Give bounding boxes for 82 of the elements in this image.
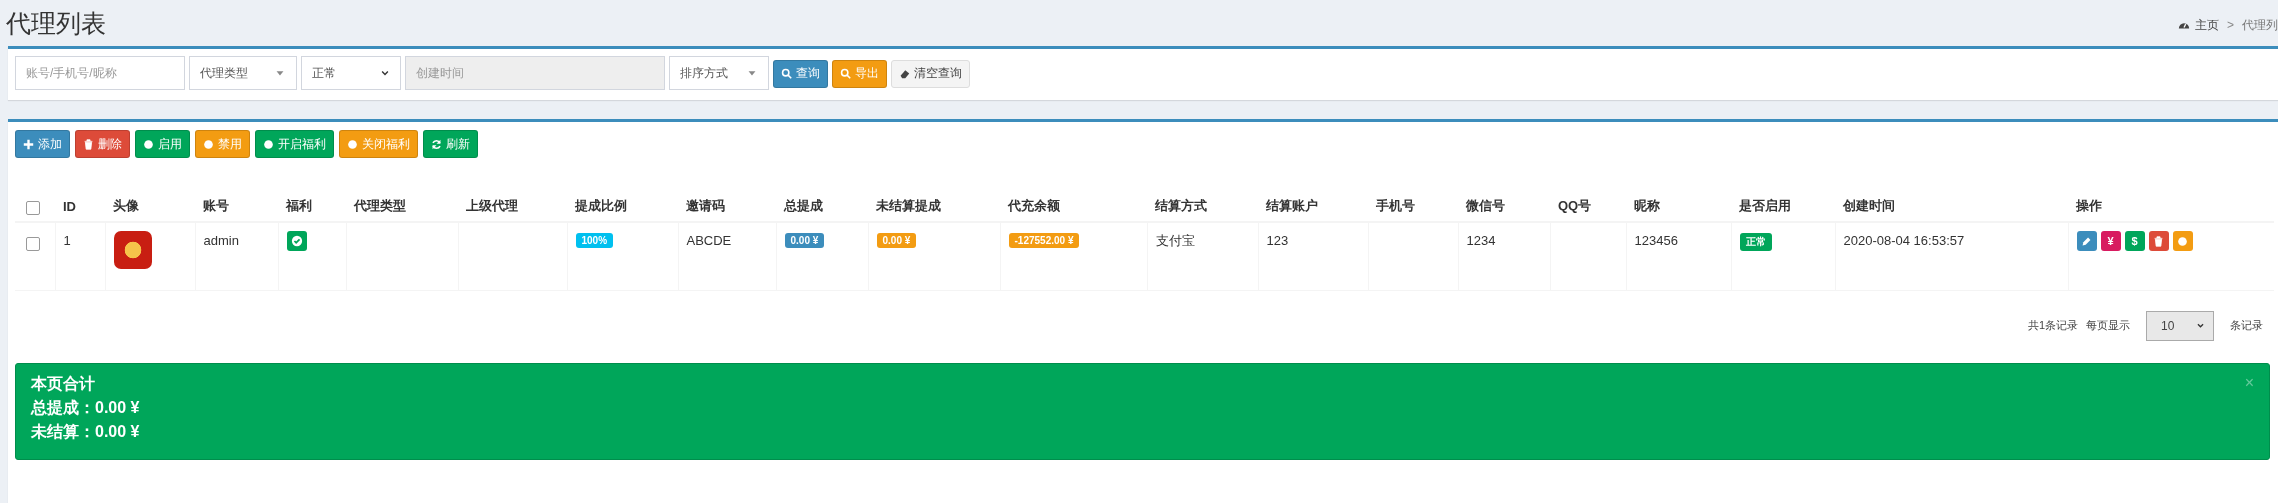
column-header: 未结算提成 — [876, 198, 941, 213]
page-size-label: 每页显示 — [2086, 318, 2130, 333]
select-field[interactable]: 代理类型 — [189, 56, 297, 90]
table-cell-text: 2020-08-04 16:53:57 — [1843, 232, 1965, 250]
trash-icon — [83, 138, 94, 150]
page-size-select[interactable]: 10 — [2146, 310, 2214, 341]
delete-button[interactable]: 删除 — [75, 130, 130, 158]
circle-icon — [263, 138, 274, 150]
search-icon — [781, 68, 792, 79]
column-header: 账号 — [203, 198, 229, 213]
search-icon — [840, 68, 851, 79]
records-label: 条记录 — [2230, 318, 2263, 333]
summary-line: 总提成：0.00 ¥ — [31, 397, 140, 418]
page-title: 代理列表 — [6, 7, 106, 39]
column-header: 提成比例 — [575, 198, 627, 213]
column-header: 总提成 — [784, 198, 823, 213]
toolbar-button[interactable]: 关闭福利 — [339, 130, 418, 158]
refresh-icon — [431, 138, 442, 150]
column-header: 代充余额 — [1008, 198, 1060, 213]
table-cell-text: 1 — [63, 232, 71, 250]
summary-line: 未结算：0.00 ¥ — [31, 421, 140, 442]
circle-icon — [2177, 235, 2188, 247]
status-badge: 0.00 ¥ — [784, 233, 825, 248]
add-button[interactable]: 添加 — [15, 130, 70, 158]
status-badge: 100% — [575, 233, 614, 248]
column-header: 手机号 — [1376, 198, 1415, 213]
status-badge: 正常 — [1739, 233, 1772, 251]
breadcrumb-separator: > — [2227, 18, 2234, 32]
toggle-button[interactable] — [2172, 231, 2193, 251]
column-header: 上级代理 — [466, 198, 518, 213]
summary-title: 本页合计 — [31, 373, 96, 394]
trash-icon — [2153, 235, 2164, 247]
chevron-icon — [2196, 321, 2205, 330]
chevron-icon — [380, 68, 390, 78]
column-header: 创建时间 — [1843, 198, 1895, 213]
select-field[interactable]: 正常 — [301, 56, 401, 90]
toolbar-button[interactable]: 启用 — [135, 130, 190, 158]
column-header: 微信号 — [1466, 198, 1505, 213]
column-header: 结算方式 — [1155, 198, 1207, 213]
export-button[interactable]: 导出 — [832, 59, 887, 88]
table-cell-text: 支付宝 — [1155, 232, 1195, 250]
row-checkbox[interactable] — [26, 237, 40, 251]
column-header: 代理类型 — [354, 198, 406, 213]
refresh-button[interactable]: 刷新 — [423, 130, 478, 158]
column-header: 操作 — [2076, 198, 2102, 213]
search-button[interactable]: 查询 — [773, 59, 828, 88]
action-button[interactable]: $ — [2124, 231, 2145, 251]
table-cell-text: 1234 — [1466, 232, 1496, 250]
circle-icon — [347, 138, 358, 150]
avatar-image — [113, 231, 152, 269]
column-header: ID — [63, 198, 76, 214]
table-cell-text: 123 — [1266, 232, 1289, 250]
plus-icon — [23, 138, 34, 150]
table-cell-text: ABCDE — [686, 232, 732, 250]
eraser-icon — [899, 68, 910, 79]
date-field: 创建时间 — [405, 56, 665, 90]
column-header: 头像 — [113, 198, 139, 213]
breadcrumb-current: 代理列 — [2242, 16, 2278, 34]
edit-button[interactable] — [2076, 231, 2097, 251]
toolbar-button[interactable]: 开启福利 — [255, 130, 334, 158]
column-header: 邀请码 — [686, 198, 725, 213]
column-header: 福利 — [286, 198, 312, 213]
status-badge: -127552.00 ¥ — [1008, 233, 1080, 248]
delete-button[interactable] — [2148, 231, 2169, 251]
search-field[interactable]: 账号/手机号/昵称 — [15, 56, 185, 90]
toolbar-button[interactable]: 禁用 — [195, 130, 250, 158]
column-header: 昵称 — [1634, 198, 1660, 213]
status-badge: 0.00 ¥ — [876, 233, 917, 248]
circle-icon — [203, 138, 214, 150]
select-all-checkbox[interactable] — [26, 200, 40, 215]
circle-icon — [143, 138, 154, 150]
pencil-icon — [2081, 235, 2092, 247]
table-cell-text: 123456 — [1634, 232, 1678, 250]
record-count: 共1条记录 — [2027, 318, 2078, 333]
breadcrumb-link[interactable]: 主页 — [2178, 16, 2219, 34]
column-header: 结算账户 — [1266, 198, 1318, 213]
action-button[interactable]: ¥ — [2100, 231, 2121, 251]
clear-button[interactable]: 清空查询 — [891, 59, 970, 88]
select-field[interactable]: 排序方式 — [669, 56, 769, 90]
table-cell-text: admin — [203, 232, 239, 250]
column-header: 是否启用 — [1739, 198, 1791, 213]
column-header: QQ号 — [1558, 198, 1592, 213]
